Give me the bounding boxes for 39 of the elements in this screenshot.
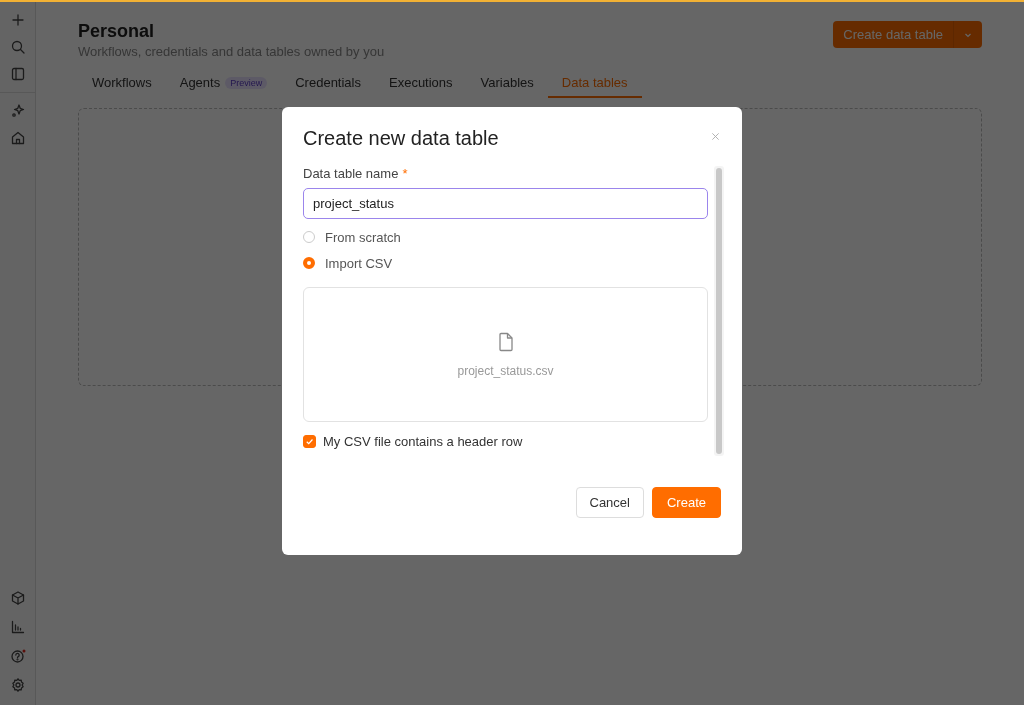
header-row-checkbox[interactable]: My CSV file contains a header row bbox=[303, 434, 708, 449]
scrollbar[interactable] bbox=[714, 166, 724, 456]
field-label: Data table name bbox=[303, 166, 399, 181]
file-icon bbox=[497, 331, 514, 352]
cancel-button[interactable]: Cancel bbox=[575, 487, 644, 518]
tab-label: Variables bbox=[480, 75, 534, 90]
preview-badge: Preview bbox=[225, 76, 268, 89]
tab[interactable]: Variables bbox=[466, 75, 548, 98]
checkbox-icon[interactable] bbox=[303, 435, 316, 448]
create-button[interactable]: Create bbox=[651, 487, 721, 518]
tab-label: Agents bbox=[179, 75, 221, 90]
sparkle-icon[interactable] bbox=[9, 103, 26, 119]
required-mark: * bbox=[402, 166, 408, 181]
sidebar-toggle-icon[interactable] bbox=[9, 66, 26, 82]
file-drop-area[interactable]: project_status.csv bbox=[303, 287, 708, 422]
tab[interactable]: Data tables bbox=[547, 75, 642, 98]
dialog-title: Create new data table bbox=[303, 127, 499, 150]
tab[interactable]: Workflows bbox=[78, 75, 166, 98]
settings-icon[interactable] bbox=[9, 677, 26, 693]
tab[interactable]: Agents Preview bbox=[165, 75, 282, 98]
radio-option[interactable]: From scratch bbox=[303, 229, 708, 245]
create-data-table-button[interactable]: Create data table bbox=[833, 21, 982, 48]
help-icon[interactable] bbox=[9, 648, 26, 664]
radio-icon[interactable] bbox=[303, 257, 315, 269]
close-icon[interactable] bbox=[711, 132, 720, 141]
tab-label: Executions bbox=[389, 75, 453, 90]
file-name: project_status.csv bbox=[457, 363, 554, 378]
tab[interactable]: Credentials bbox=[281, 75, 375, 98]
radio-option[interactable]: Import CSV bbox=[303, 255, 708, 271]
search-icon[interactable] bbox=[9, 39, 26, 55]
tab-label: Credentials bbox=[295, 75, 361, 90]
page-title: Personal bbox=[78, 21, 156, 42]
name-input[interactable]: project_status bbox=[303, 188, 708, 219]
tab[interactable]: Executions bbox=[375, 75, 467, 98]
cube-icon[interactable] bbox=[9, 590, 26, 606]
tab-label: Data tables bbox=[561, 75, 628, 90]
home-icon[interactable] bbox=[9, 130, 26, 146]
tab-label: Workflows bbox=[92, 75, 152, 90]
bar-chart-icon[interactable] bbox=[9, 619, 26, 635]
